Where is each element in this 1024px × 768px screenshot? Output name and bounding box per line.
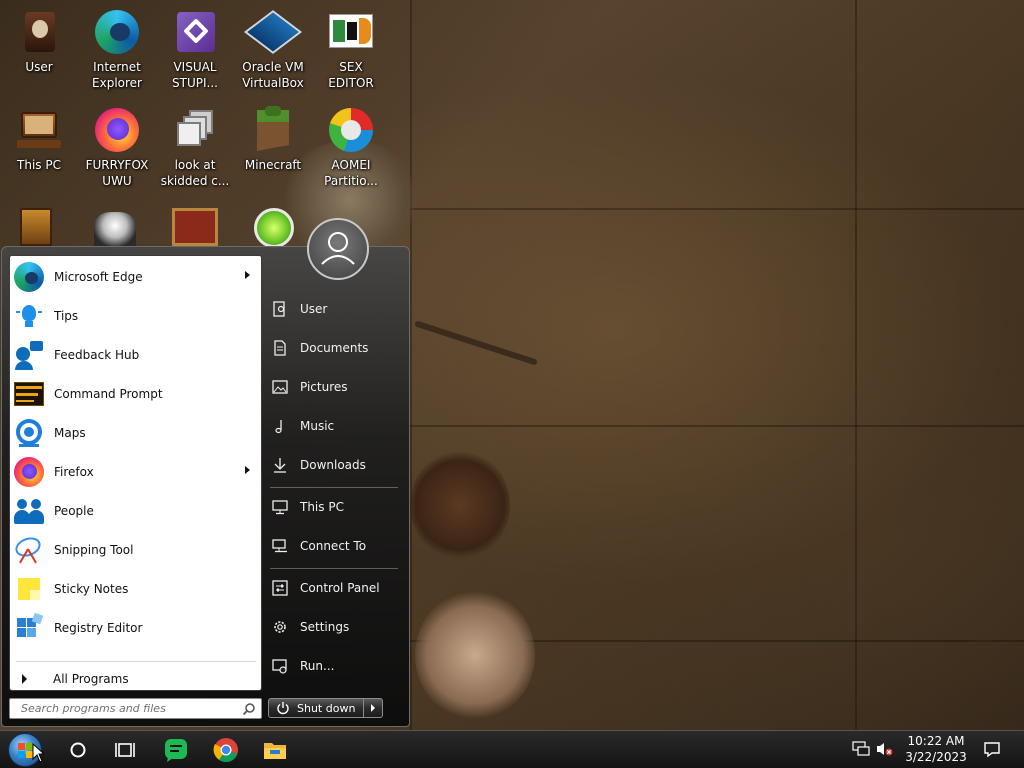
firefox-icon [93,106,141,154]
desktop-icon-user[interactable]: User [0,8,78,75]
stacked-windows-icon [171,106,219,154]
maps-icon [13,417,45,449]
taskbar: 10:22 AM 3/22/2023 [0,730,1024,768]
lightbulb-icon [13,300,45,332]
clock[interactable]: 10:22 AM 3/22/2023 [896,733,976,765]
visual-studio-icon [171,8,219,56]
places-item-pictures[interactable]: Pictures [269,372,399,402]
desktop-icon-internet-explorer[interactable]: Internet Explorer [78,8,156,91]
chrome-icon[interactable] [210,735,242,765]
minecraft-icon [249,106,297,154]
user-folder-icon [273,301,285,317]
program-snipping-tool[interactable]: Snipping Tool [12,532,258,568]
desktop-icon-look-at-skidded[interactable]: look at skidded c... [156,106,234,189]
places-item-run[interactable]: Run... [269,651,399,681]
places-item-documents[interactable]: Documents [269,333,399,363]
desktop-icon-partial[interactable] [20,208,52,246]
places-item-connect-to[interactable]: Connect To [269,531,399,561]
this-pc-icon [15,106,63,154]
feedback-icon [13,339,45,371]
task-view-icon[interactable] [109,735,141,765]
user-folder-icon [15,8,63,56]
program-people[interactable]: People [13,493,258,529]
separator [16,661,256,662]
desktop-icon-partial[interactable] [94,212,136,246]
gear-icon [274,621,286,633]
places-item-downloads[interactable]: Downloads [269,450,399,480]
desktop-icon-aomei[interactable]: AOMEI Partitio... [312,106,390,189]
desktop-icon-hxd[interactable]: SEX EDITOR [312,8,390,91]
expand-arrow-icon [22,674,27,684]
edge-icon [13,261,45,293]
people-icon [13,495,45,527]
volume-muted-icon[interactable] [876,741,894,757]
program-command-prompt[interactable]: Command Prompt [13,376,258,412]
submenu-arrow-icon [245,466,250,474]
registry-icon [13,612,45,644]
run-icon [272,659,287,674]
control-panel-icon [272,580,288,596]
avatar[interactable] [307,218,369,280]
places-item-settings[interactable]: Settings [269,612,399,642]
separator [270,568,398,569]
snipping-tool-icon [12,534,45,566]
start-menu: Microsoft Edge Tips Feedback Hub Command… [1,218,410,727]
desktop-icon-this-pc[interactable]: This PC [0,106,78,173]
desktop-icon-partial[interactable] [254,208,294,248]
mouse-cursor-icon [32,743,44,763]
places-item-control-panel[interactable]: Control Panel [269,573,399,603]
virtualbox-icon [243,8,303,56]
program-sticky-notes[interactable]: Sticky Notes [13,571,258,607]
desktop-icon-virtualbox[interactable]: Oracle VM VirtualBox [234,8,312,91]
connect-icon [272,539,287,553]
all-programs-button[interactable]: All Programs [18,668,248,690]
picture-icon [272,380,288,394]
program-tips[interactable]: Tips [13,298,258,334]
programs-list: Microsoft Edge Tips Feedback Hub Command… [9,255,262,691]
program-feedback-hub[interactable]: Feedback Hub [13,337,258,373]
edge-icon [93,8,141,56]
search-input[interactable] [9,698,262,719]
music-note-icon [275,420,282,434]
shutdown-options-button[interactable] [364,698,383,718]
monitor-icon [272,500,288,515]
places-item-this-pc[interactable]: This PC [269,492,399,522]
desktop-icon-partial[interactable] [172,208,218,246]
submenu-arrow-icon [245,271,250,279]
program-maps[interactable]: Maps [13,415,258,451]
hxd-icon [327,8,375,56]
power-icon [277,702,289,715]
program-microsoft-edge[interactable]: Microsoft Edge [13,259,258,295]
cortana-icon[interactable] [62,735,94,765]
download-icon [274,458,286,473]
notification-center-icon[interactable] [982,739,1002,759]
document-icon [274,340,286,356]
command-prompt-icon [13,378,45,410]
desktop-icon-visual-studio[interactable]: VISUAL STUPI... [156,8,234,91]
program-registry-editor[interactable]: Registry Editor [13,610,258,646]
program-firefox[interactable]: Firefox [13,454,258,490]
aomei-icon [327,106,375,154]
separator [270,487,398,488]
clock-time: 10:22 AM [907,734,965,748]
user-silhouette-icon [321,232,355,265]
desktop-icon-firefox[interactable]: FURRYFOX UWU [78,106,156,189]
places-item-music[interactable]: Music [269,411,399,441]
places-item-user[interactable]: User [269,294,399,324]
sticky-notes-icon [13,573,45,605]
network-icon[interactable] [852,741,870,757]
shutdown-button[interactable]: Shut down [268,698,364,718]
search-icon[interactable] [242,702,256,716]
clock-date: 3/22/2023 [905,750,967,764]
firefox-icon [13,456,45,488]
file-explorer-icon[interactable] [259,735,291,765]
chat-app-icon[interactable] [160,735,192,765]
desktop-icon-minecraft[interactable]: Minecraft [234,106,312,173]
